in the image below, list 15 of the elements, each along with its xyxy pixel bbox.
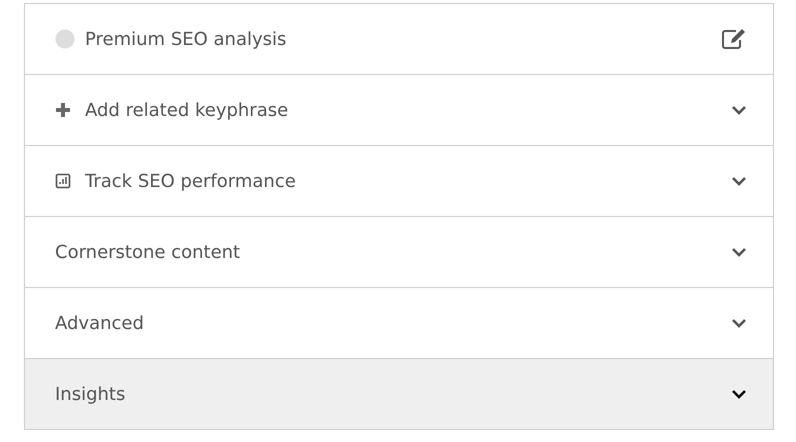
section-toggle[interactable]: Insights xyxy=(24,359,774,430)
section-toggle[interactable]: Track SEO performance xyxy=(24,146,774,217)
section-toggle[interactable]: Advanced xyxy=(24,288,774,359)
chevron-down-icon xyxy=(731,389,747,399)
section-toggle[interactable]: Add related keyphrase xyxy=(24,75,774,146)
chevron-down-icon xyxy=(731,176,747,186)
chevron-down-icon xyxy=(731,247,747,257)
edit-icon xyxy=(721,28,747,50)
status-dot-icon xyxy=(55,29,75,49)
section-toggle[interactable]: Cornerstone content xyxy=(24,217,774,288)
chevron-down-icon xyxy=(731,318,747,328)
section-toggle[interactable]: Premium SEO analysis xyxy=(24,4,774,75)
chart-icon xyxy=(55,173,71,189)
chevron-down-icon xyxy=(731,105,747,115)
plus-icon xyxy=(55,102,71,118)
